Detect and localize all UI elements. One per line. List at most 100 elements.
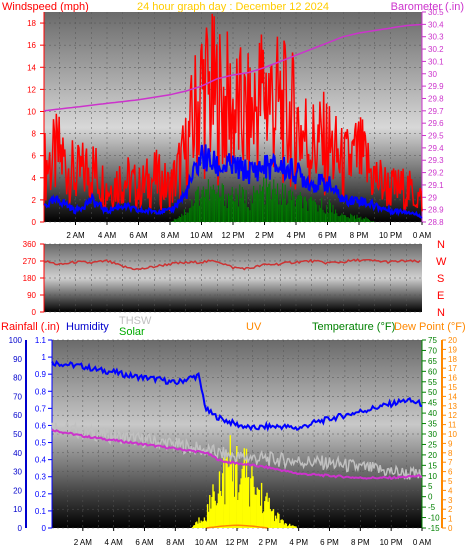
- compass-labels: N W S E N: [436, 239, 447, 319]
- rainfall-tick-label: 0.4: [35, 456, 47, 465]
- bottom-time-axis: 2 AM 4 AM 6 AM 8 AM 10 AM 12 PM 2 PM 4 PM 6 PM 8 …: [74, 528, 431, 547]
- wind-green-mark: [348, 218, 350, 222]
- time-tick-label: 8 AM: [166, 538, 185, 547]
- dewpoint-tick-label: 3: [448, 496, 453, 505]
- dewpoint-tick-label: 6: [448, 468, 453, 477]
- wind-green-mark: [346, 217, 348, 222]
- time-tick-label: 6 PM: [318, 231, 337, 240]
- wind-green-mark: [214, 189, 216, 222]
- dewpoint-right-axis: 01234567891011121314151617181920: [441, 336, 457, 533]
- wind-green-mark: [347, 217, 349, 222]
- barometer-tick-label: 29.2: [428, 169, 444, 178]
- wind-green-mark: [304, 196, 306, 222]
- dewpoint-tick-label: 12: [448, 411, 457, 420]
- barometer-tick-label: 29.8: [428, 94, 444, 103]
- dewpoint-tick-label: 18: [448, 355, 457, 364]
- windspeed-tick-label: 0: [32, 218, 37, 227]
- barometer-tick-label: 29.6: [428, 119, 444, 128]
- wind-green-mark: [220, 196, 222, 222]
- wind-green-mark: [326, 205, 328, 222]
- wind-green-mark: [180, 217, 182, 222]
- wind-green-mark: [284, 184, 286, 222]
- temperature-tick-label: 75: [428, 336, 437, 345]
- humidity-tick-label: 30: [13, 468, 22, 477]
- dewpoint-tick-label: 11: [448, 421, 457, 430]
- dewpoint-tick-label: 14: [448, 392, 457, 401]
- windspeed-tick-label: 14: [27, 63, 36, 72]
- wind-green-mark: [335, 209, 337, 222]
- wind-green-mark: [360, 216, 362, 222]
- time-tick-label: 10 PM: [379, 231, 402, 240]
- wind-green-mark: [307, 210, 309, 222]
- windspeed-axis-title: Windspeed (mph): [2, 1, 89, 13]
- time-tick-label: 12 PM: [225, 538, 248, 547]
- wind-green-mark: [182, 215, 184, 222]
- wind-green-mark: [306, 201, 308, 222]
- humidity-tick-label: 80: [13, 374, 22, 383]
- wind-green-mark: [268, 183, 270, 222]
- dewpoint-tick-label: 9: [448, 439, 453, 448]
- wind-green-mark: [185, 214, 187, 222]
- wind-green-mark: [322, 209, 324, 222]
- wind-green-mark: [209, 200, 211, 222]
- dewpoint-tick-label: 1: [448, 515, 453, 524]
- wind-green-mark: [279, 194, 281, 222]
- wind-green-mark: [177, 218, 179, 222]
- wind-green-mark: [314, 202, 316, 222]
- wind-green-mark: [362, 218, 364, 222]
- wind-green-mark: [302, 208, 304, 222]
- wind-green-mark: [297, 195, 299, 222]
- solar-mark: [295, 526, 297, 528]
- wind-green-mark: [318, 205, 320, 222]
- wind-green-mark: [327, 213, 329, 222]
- barometer-tick-label: 30: [428, 70, 437, 79]
- wind-green-mark: [336, 213, 338, 222]
- wind-green-mark: [258, 193, 260, 222]
- wind-green-mark: [285, 205, 287, 222]
- barometer-tick-label: 29.4: [428, 144, 444, 153]
- barometer-tick-label: 29: [428, 193, 437, 202]
- wind-green-mark: [201, 190, 203, 222]
- wind-green-mark: [283, 198, 285, 222]
- humidity-left-axis: 0 10 20 30 40 50 60 70 80 90 100: [9, 336, 27, 533]
- wind-green-mark: [274, 188, 276, 222]
- wind-green-mark: [244, 203, 246, 222]
- wind-green-mark: [369, 220, 371, 222]
- rainfall-tick-label: 0.6: [35, 421, 47, 430]
- wind-green-mark: [251, 203, 253, 222]
- dewpoint-tick-label: 0: [448, 524, 453, 533]
- wind-green-mark: [171, 221, 173, 222]
- wind-green-mark: [245, 190, 247, 222]
- wind-green-mark: [332, 204, 334, 222]
- wind-green-mark: [264, 204, 266, 222]
- temperature-tick-label: 0: [428, 493, 433, 502]
- wind-green-mark: [267, 187, 268, 222]
- humidity-tick-label: 0: [18, 524, 23, 533]
- time-tick-label: 6 AM: [129, 231, 148, 240]
- wind-green-mark: [172, 221, 174, 222]
- wind-green-mark: [338, 216, 340, 222]
- dewpoint-axis-title: Dew Point (°F): [394, 321, 466, 333]
- humidity-tick-label: 40: [13, 449, 22, 458]
- wind-green-mark: [246, 206, 248, 222]
- wind-green-mark: [321, 197, 323, 222]
- wind-green-mark: [188, 208, 190, 222]
- wind-green-mark: [357, 218, 359, 222]
- wind-green-mark: [212, 184, 214, 222]
- temperature-axis-title: Temperature (°F): [312, 321, 395, 333]
- direction-tick-label: 90: [27, 291, 36, 300]
- temperature-tick-label: -10: [428, 514, 440, 523]
- temperature-tick-label: 15: [428, 461, 437, 470]
- wind-green-mark: [287, 203, 289, 222]
- wind-green-mark: [255, 190, 257, 222]
- wind-green-mark: [341, 213, 343, 222]
- wind-green-mark: [299, 192, 301, 222]
- rainfall-tick-label: 0.7: [35, 404, 47, 413]
- direction-tick-label: 0: [32, 308, 37, 317]
- wind-green-mark: [210, 186, 212, 222]
- barometer-tick-label: 30.4: [428, 20, 444, 29]
- wind-green-mark: [294, 206, 296, 222]
- compass-w: W: [436, 256, 447, 268]
- graph-day-title: 24 hour graph day : December 12 2024: [137, 1, 329, 13]
- temperature-tick-label: 40: [428, 409, 437, 418]
